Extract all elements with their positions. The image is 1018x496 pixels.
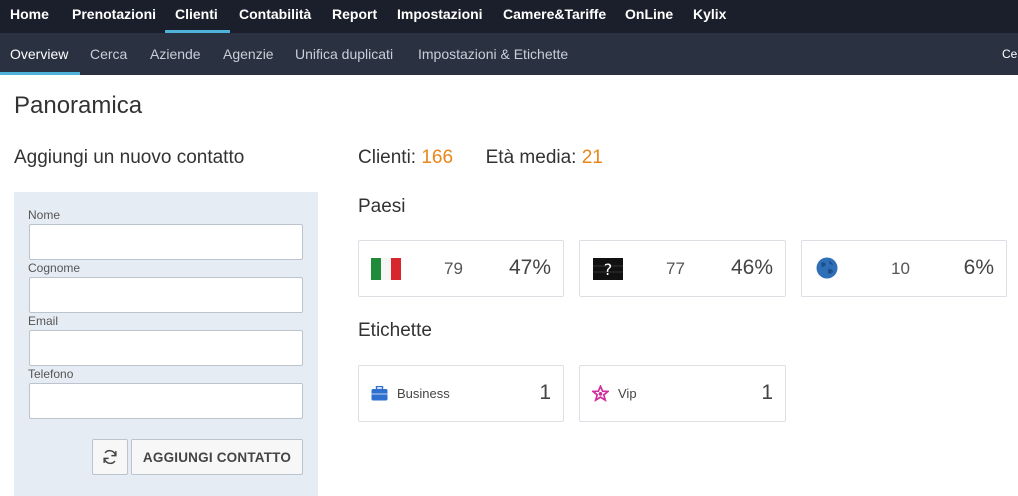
telefono-label: Telefono [28, 367, 74, 381]
briefcase-icon [371, 386, 388, 401]
form-title: Aggiungi un nuovo contatto [14, 147, 245, 168]
country-count: 77 [666, 259, 685, 278]
page-title: Panoramica [14, 92, 143, 119]
eta-media-value: 21 [581, 147, 603, 168]
country-count: 79 [444, 259, 463, 278]
add-contact-button[interactable]: AGGIUNGI CONTATTO [131, 439, 303, 475]
tag-label: Business [397, 386, 450, 401]
country-percent: 47% [508, 256, 551, 279]
etichette-title: Etichette [358, 320, 432, 341]
country-percent: 6% [963, 256, 994, 279]
subnav-unifica-duplicati[interactable]: Unifica duplicati [295, 33, 393, 75]
subnav-overview[interactable]: Overview [0, 33, 81, 75]
refresh-icon [103, 449, 117, 465]
subnav-aziende[interactable]: Aziende [150, 33, 201, 75]
nav-clienti[interactable]: Clienti [165, 0, 230, 33]
nav-report[interactable]: Report [332, 0, 377, 33]
unknown-flag-icon: ? [593, 258, 623, 280]
subnav-agenzie[interactable]: Agenzie [223, 33, 274, 75]
nome-input[interactable] [29, 224, 303, 260]
star-icon [592, 385, 609, 402]
globe-icon [816, 257, 838, 279]
nav-impostazioni[interactable]: Impostazioni [397, 0, 483, 33]
add-contact-form: Nome Cognome Email Telefono AGGIUNGI CON… [14, 192, 318, 496]
tag-card-vip[interactable]: Vip 1 [579, 365, 786, 422]
italy-flag-icon [371, 258, 401, 280]
tag-card-business[interactable]: Business 1 [358, 365, 564, 422]
tag-count: 1 [761, 381, 773, 404]
nome-label: Nome [28, 208, 61, 222]
tag-label: Vip [618, 386, 637, 401]
reset-form-button[interactable] [92, 439, 128, 475]
tag-count: 1 [539, 381, 551, 404]
subnav-cerca[interactable]: Cerca [90, 33, 127, 75]
nav-home[interactable]: Home [10, 0, 49, 33]
client-stats: Clienti: 166 Età media: 21 [358, 147, 603, 169]
nav-online[interactable]: OnLine [625, 0, 673, 33]
cognome-input[interactable] [29, 277, 303, 313]
country-card-unknown[interactable]: ? 77 46% [579, 240, 786, 297]
subnav-right-cut[interactable]: Cer [1002, 33, 1018, 75]
top-navigation: Home Prenotazioni Clienti Contabilità Re… [0, 0, 1018, 33]
clienti-label: Clienti: [358, 147, 417, 168]
country-card-other[interactable]: 10 6% [801, 240, 1007, 297]
country-percent: 46% [730, 256, 773, 279]
country-count: 10 [891, 259, 910, 278]
nav-kylix[interactable]: Kylix [693, 0, 726, 33]
clienti-value: 166 [421, 147, 454, 168]
eta-media-label: Età media: [485, 147, 577, 168]
svg-text:?: ? [604, 260, 613, 279]
email-label: Email [28, 314, 59, 328]
telefono-input[interactable] [29, 383, 303, 419]
nav-prenotazioni[interactable]: Prenotazioni [72, 0, 156, 33]
sub-navigation: Overview Cerca Aziende Agenzie Unifica d… [0, 33, 1018, 75]
cognome-label: Cognome [28, 261, 81, 275]
country-card-italy[interactable]: 79 47% [358, 240, 564, 297]
paesi-title: Paesi [358, 196, 406, 217]
nav-contabilita[interactable]: Contabilità [239, 0, 311, 33]
subnav-impostazioni-etichette[interactable]: Impostazioni & Etichette [418, 33, 568, 75]
nav-camere-tariffe[interactable]: Camere&Tariffe [503, 0, 606, 33]
email-input[interactable] [29, 330, 303, 366]
